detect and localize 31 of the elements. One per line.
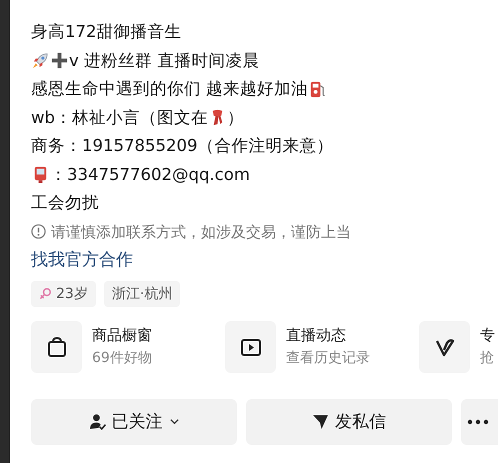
bio-text: 工会勿扰 <box>31 192 100 214</box>
card-subtitle: 查看历史记录 <box>286 349 370 367</box>
fuel-pump-icon <box>308 80 328 99</box>
bio-text: 商务：19157855209（合作注明来意） <box>31 135 334 157</box>
rocket-icon <box>31 51 50 70</box>
user-check-icon <box>88 413 106 430</box>
notice-text: 请谨慎添加联系方式，如涉及交易，谨防上当 <box>51 222 351 242</box>
bio-text: ：3347577602@qq.com <box>50 164 250 186</box>
card-title[interactable]: 商品橱窗 <box>92 326 152 345</box>
official-link[interactable]: 找我官方合作 <box>31 246 133 274</box>
message-button[interactable]: 发私信 <box>246 398 452 444</box>
info-icon <box>31 224 46 239</box>
bio-text: v 进粉丝群 直播时间凌晨 <box>69 50 260 72</box>
bio-text: 身高172甜御播音生 <box>31 21 182 43</box>
bio-text: ） <box>226 106 244 128</box>
card-icon-tile[interactable] <box>225 320 276 372</box>
bio-text: 感恩生命中遇到的你们 越来越好加油 <box>31 78 308 100</box>
profile-tag: 浙江·杭州 <box>104 280 180 306</box>
card-title[interactable]: 专 <box>480 326 495 345</box>
bio-text: wb：林祉小言（图文在 <box>31 106 208 128</box>
card-subtitle: 69件好物 <box>92 349 152 367</box>
followed-button[interactable]: 已关注 <box>31 398 237 444</box>
card-icon-tile[interactable] <box>31 320 82 372</box>
chevron-down-icon <box>168 416 180 427</box>
profile-tag: 23岁 <box>31 280 96 306</box>
card-title[interactable]: 直播动态 <box>286 326 370 345</box>
female-icon <box>39 287 52 300</box>
card-icon-tile[interactable] <box>419 320 470 372</box>
card-subtitle: 抢 <box>480 349 495 367</box>
plus-icon <box>50 51 69 70</box>
send-icon <box>312 413 329 430</box>
